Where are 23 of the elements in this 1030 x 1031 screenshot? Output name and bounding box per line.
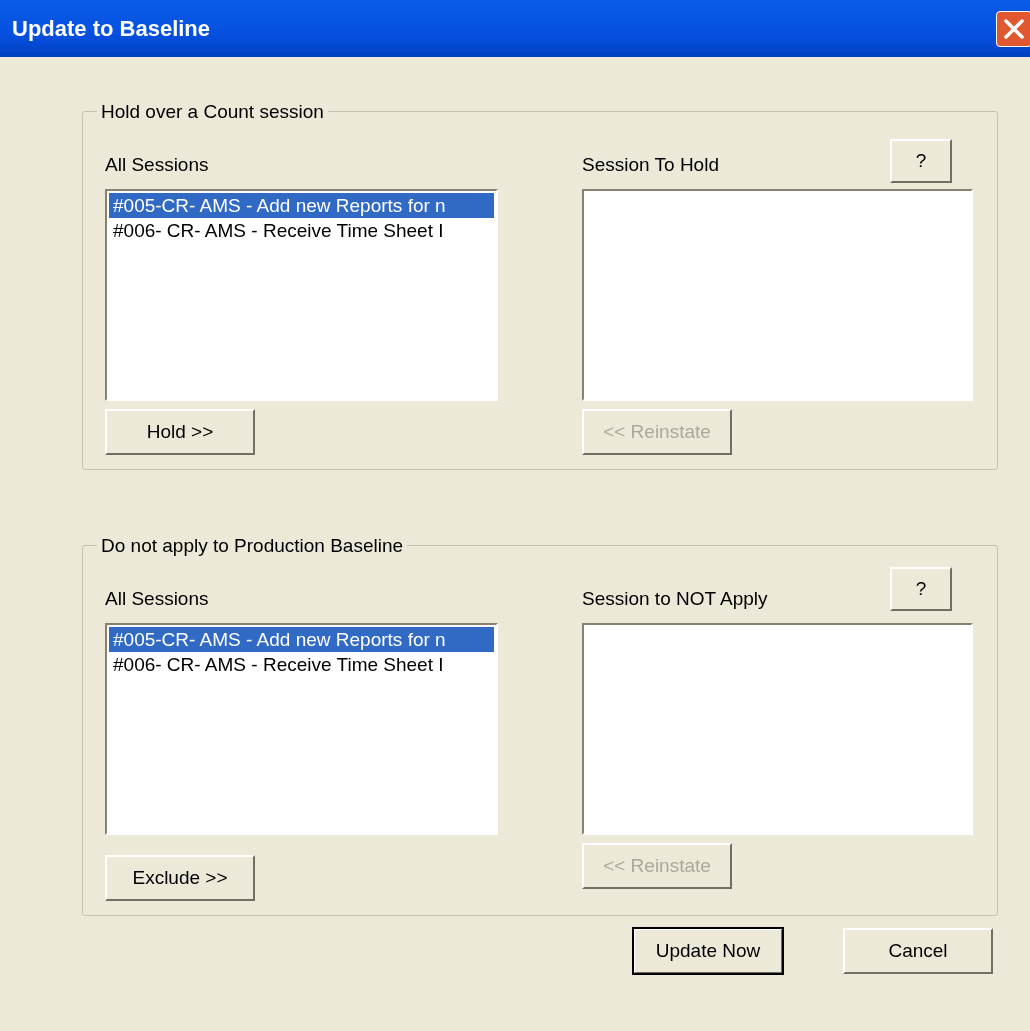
list-label: Session to NOT Apply — [582, 586, 768, 611]
list-box[interactable]: #005-CR- AMS - Add new Reports for n #006- CR- AMS - Receive Time Sheet I — [105, 623, 498, 835]
group-title: Hold over a Count session — [100, 102, 325, 121]
list-label: All Sessions — [105, 152, 209, 177]
window-title: Update to Baseline — [12, 15, 211, 43]
list-item[interactable]: #005-CR- AMS - Add new Reports for n — [109, 627, 494, 652]
list-box[interactable]: #005-CR- AMS - Add new Reports for n #006- CR- AMS - Receive Time Sheet I — [105, 189, 498, 401]
close-icon — [1003, 17, 1025, 40]
list-item[interactable]: #006- CR- AMS - Receive Time Sheet I — [109, 652, 494, 677]
list-box[interactable] — [582, 189, 973, 401]
help-button[interactable]: ? — [890, 567, 952, 611]
close-button[interactable] — [996, 10, 1030, 47]
list-label: All Sessions — [105, 586, 209, 611]
button[interactable]: Exclude >> — [105, 855, 255, 901]
list-label: Session To Hold — [582, 152, 719, 177]
group-title: Do not apply to Production Baseline — [100, 536, 405, 555]
list-item[interactable]: #006- CR- AMS - Receive Time Sheet I — [109, 218, 494, 243]
button[interactable]: Cancel — [843, 928, 993, 974]
help-button[interactable]: ? — [890, 139, 952, 183]
list-box[interactable] — [582, 623, 973, 835]
list-item[interactable]: #005-CR- AMS - Add new Reports for n — [109, 193, 494, 218]
button[interactable]: Hold >> — [105, 409, 255, 455]
button[interactable]: Update Now — [633, 928, 783, 974]
